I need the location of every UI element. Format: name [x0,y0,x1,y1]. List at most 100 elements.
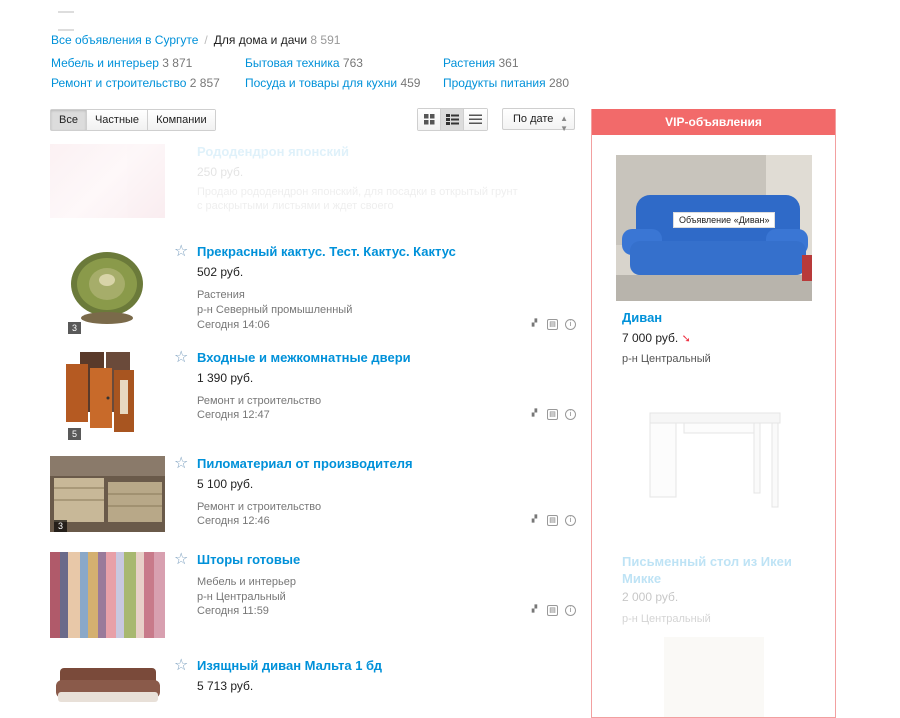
listing-date: Сегодня 14:06 [197,319,270,331]
vip-title[interactable]: Диван [622,310,662,325]
filter-all-button[interactable]: Все [51,110,87,130]
photo-count-badge: 3 [68,322,82,334]
breadcrumb-root-link[interactable]: Все объявления в Сургуте [51,33,198,47]
category-item[interactable]: Бытовая техника 763 [245,56,363,70]
vip-price: 7 000 руб. ➘ [622,331,691,345]
listing-photo[interactable] [50,552,165,638]
list-view-button[interactable] [464,109,487,130]
category-item[interactable]: Посуда и товары для кухни 459 [245,76,420,90]
category-count: 3 871 [162,56,193,70]
vip-price-value: 7 000 руб. [622,331,679,345]
paint-icon[interactable]: ▞ [529,319,540,330]
note-icon[interactable]: ▤ [547,319,558,330]
category-count: 763 [342,56,363,70]
category-link[interactable]: Ремонт и строительство [51,76,186,90]
listing-district: р-н Центральный [197,591,286,603]
list-gallery-view-button[interactable] [441,109,464,130]
blue-sofa-image [616,155,812,301]
listing-price: 1 390 руб. [197,371,254,385]
favorite-star-icon[interactable]: ☆ [174,456,188,472]
listing-photo[interactable] [50,144,165,218]
listing-title[interactable]: Шторы готовые [197,552,300,567]
listing-actions: ▞ ▤ i [529,319,576,330]
breadcrumb-separator: / [204,33,208,47]
favorite-star-icon[interactable]: ☆ [174,350,188,366]
breadcrumb-current: Для дома и дачи [213,33,308,47]
note-icon[interactable]: ▤ [547,515,558,526]
vip-photo-partial[interactable] [664,637,764,717]
listing-item[interactable]: ☆ Изящный диван Мальта 1 бд 5 713 руб. [50,658,576,718]
top-edge [58,0,258,31]
vip-title[interactable]: Письменный стол из Икеи Микке [622,553,808,587]
category-item[interactable]: Растения 361 [443,56,519,70]
paint-icon[interactable]: ▞ [529,605,540,616]
listing-title[interactable]: Изящный диван Мальта 1 бд [197,658,382,673]
category-item[interactable]: Продукты питания 280 [443,76,569,90]
info-icon[interactable]: i [565,409,576,420]
note-icon[interactable]: ▤ [547,409,558,420]
breadcrumb-count: 8 591 [310,33,341,47]
listing-date: Сегодня 12:47 [197,409,270,421]
sort-select[interactable]: По дате ▲ ▼ [502,108,575,133]
vip-photo[interactable]: Объявление «Диван» [616,155,812,301]
sort-arrows-icon: ▲ ▼ [560,114,568,133]
filter-companies-button[interactable]: Компании [148,110,215,130]
price-down-arrow-icon: ➘ [681,333,691,345]
category-count: 280 [548,76,569,90]
note-icon[interactable]: ▤ [547,605,558,616]
favorite-star-icon[interactable]: ☆ [174,552,188,568]
favorite-star-icon[interactable]: ☆ [174,658,188,674]
lumber-image [50,456,165,532]
listing-description: с раскрытыми листьями и ждет своего [197,200,394,212]
listing-photo[interactable] [50,456,165,542]
list-thumb-icon [445,114,459,125]
listing-title[interactable]: Прекрасный кактус. Тест. Кактус. Кактус [197,244,456,259]
grid-view-button[interactable] [418,109,441,130]
listing-description: Продаю рододендрон японский, для посадки… [197,186,518,198]
filter-private-button[interactable]: Частные [86,110,149,130]
listing-item[interactable]: 5 ☆ Входные и межкомнатные двери 1 390 р… [50,350,576,440]
listing-item[interactable]: ☆ Шторы готовые Мебель и интерьер р-н Це… [50,552,576,640]
listing-district: р-н Северный промышленный [197,304,353,316]
vip-card[interactable]: Объявление «Диван» Диван 7 000 руб. ➘ р-… [616,155,816,365]
sofa-image [50,658,165,718]
listing-title[interactable]: Рододендрон японский [197,144,349,159]
listing-actions: ▞ ▤ i [529,409,576,420]
desk-image [616,401,812,547]
listing-title[interactable]: Пиломатериал от производителя [197,456,413,471]
listing-category: Растения [197,289,245,301]
vip-photo[interactable] [616,401,812,547]
category-link[interactable]: Растения [443,56,495,70]
category-link[interactable]: Мебель и интерьер [51,56,159,70]
listing-photo[interactable] [50,244,165,330]
listing-date: Сегодня 12:46 [197,515,270,527]
listing-category: Ремонт и строительство [197,395,322,407]
category-item[interactable]: Ремонт и строительство 2 857 [51,76,220,90]
listing-title[interactable]: Входные и межкомнатные двери [197,350,411,365]
listing-item[interactable]: Рододендрон японский 250 руб. Продаю род… [50,144,576,220]
paint-icon[interactable]: ▞ [529,409,540,420]
listing-photo[interactable] [50,350,165,436]
listing-item[interactable]: 3 ☆ Прекрасный кактус. Тест. Кактус. Как… [50,244,576,334]
doors-image [50,350,165,436]
info-icon[interactable]: i [565,515,576,526]
listing-photo[interactable] [50,658,165,718]
vip-price: 2 000 руб. [622,590,679,604]
info-icon[interactable]: i [565,319,576,330]
listing-category: Мебель и интерьер [197,576,296,588]
category-link[interactable]: Бытовая техника [245,56,340,70]
favorite-star-icon[interactable]: ☆ [174,244,188,260]
category-link[interactable]: Продукты питания [443,76,546,90]
category-item[interactable]: Мебель и интерьер 3 871 [51,56,192,70]
paint-icon[interactable]: ▞ [529,515,540,526]
listing-actions: ▞ ▤ i [529,515,576,526]
listing-item[interactable]: 3 ☆ Пиломатериал от производителя 5 100 … [50,456,576,546]
info-icon[interactable]: i [565,605,576,616]
vip-location: р-н Центральный [622,613,711,625]
category-link[interactable]: Посуда и товары для кухни [245,76,397,90]
grid-icon [423,114,434,125]
photo-tooltip: Объявление «Диван» [673,212,776,228]
vip-panel: VIP-объявления Объявление «Диван» Диван … [591,109,836,718]
vip-card[interactable]: Письменный стол из Икеи Микке 2 000 руб.… [616,401,816,625]
photo-count-badge: 5 [68,428,82,440]
